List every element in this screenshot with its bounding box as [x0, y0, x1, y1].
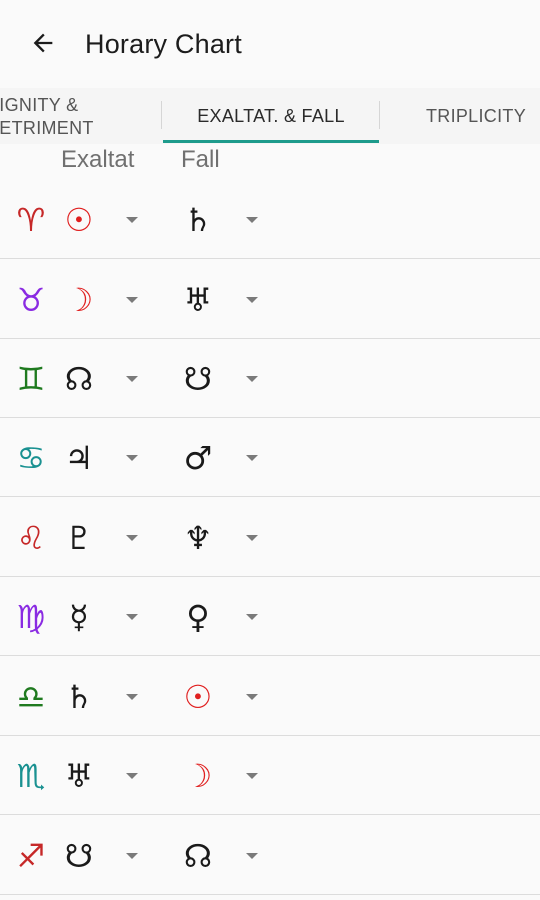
fall-dropdown[interactable] [240, 499, 264, 577]
tab-bar: DIGNITY & DETRIMENT EXALTAT. & FALL TRIP… [0, 88, 540, 144]
exaltation-dropdown[interactable] [120, 340, 144, 418]
exaltation-dropdown[interactable] [120, 499, 144, 577]
exaltation-saturn-icon: ♄ [64, 678, 94, 716]
fall-dropdown[interactable] [240, 737, 264, 815]
row-divider [0, 735, 540, 736]
exaltation-pluto-icon: ♇ [64, 519, 94, 557]
aries-sign-icon: ♈ [16, 201, 46, 239]
table-row: ♊ ☊ ☋ [0, 340, 540, 418]
exaltation-dropdown[interactable] [120, 181, 144, 259]
exaltation-sun-icon: ☉ [64, 201, 94, 239]
row-divider [0, 496, 540, 497]
caret-down-icon [126, 773, 138, 779]
page-title: Horary Chart [85, 29, 242, 59]
caret-down-icon [126, 694, 138, 700]
app-bar: Horary Chart [0, 0, 540, 88]
tab-divider [379, 101, 380, 129]
fall-mars-icon: ♂ [183, 439, 213, 477]
fall-dropdown[interactable] [240, 340, 264, 418]
table-row: ♈ ☉ ♄ [0, 181, 540, 259]
fall-dropdown[interactable] [240, 419, 264, 497]
column-header-exaltation: Exaltat [61, 146, 135, 173]
tab-triplicity[interactable]: TRIPLICITY [381, 88, 540, 144]
fall-dropdown[interactable] [240, 658, 264, 736]
tab-dignity-detriment[interactable]: DIGNITY & DETRIMENT [0, 88, 136, 144]
table-row: ♐ ☋ ☊ [0, 817, 540, 895]
table-row: ♎ ♄ ☉ [0, 658, 540, 736]
cancer-sign-icon: ♋ [16, 439, 46, 477]
fall-dropdown[interactable] [240, 817, 264, 895]
caret-down-icon [126, 614, 138, 620]
table-row: ♋ ♃ ♂ [0, 419, 540, 497]
table-row: ♉ ☽ ♅ [0, 261, 540, 339]
fall-sun-icon: ☉ [183, 678, 213, 716]
caret-down-icon [246, 376, 258, 382]
fall-venus-icon: ♀ [186, 598, 210, 636]
virgo-sign-icon: ♍ [16, 598, 46, 636]
row-divider [0, 814, 540, 815]
gemini-sign-icon: ♊ [16, 360, 46, 398]
exaltation-dropdown[interactable] [120, 737, 144, 815]
exaltation-dropdown[interactable] [120, 817, 144, 895]
exaltation-moon-icon: ☽ [64, 281, 94, 319]
exaltation-dropdown[interactable] [120, 419, 144, 497]
caret-down-icon [246, 853, 258, 859]
row-divider [0, 417, 540, 418]
caret-down-icon [246, 297, 258, 303]
table-row: ♏ ♅ ☽ [0, 737, 540, 815]
exaltation-jupiter-icon: ♃ [64, 439, 94, 477]
libra-sign-icon: ♎ [16, 678, 46, 716]
caret-down-icon [246, 217, 258, 223]
fall-dropdown[interactable] [240, 181, 264, 259]
caret-down-icon [126, 853, 138, 859]
exaltation-dropdown[interactable] [120, 261, 144, 339]
table-row: ♍ ☿ ♀ [0, 578, 540, 656]
fall-dropdown[interactable] [240, 261, 264, 339]
column-header-fall: Fall [181, 146, 220, 173]
caret-down-icon [126, 376, 138, 382]
fall-south-node-icon: ☋ [183, 360, 213, 398]
exaltation-north-node-icon: ☊ [64, 360, 94, 398]
tab-label: EXALTAT. & FALL [197, 105, 345, 126]
caret-down-icon [246, 535, 258, 541]
row-divider [0, 655, 540, 656]
leo-sign-icon: ♌ [16, 519, 46, 557]
exaltation-uranus-icon: ♅ [64, 757, 94, 795]
taurus-sign-icon: ♉ [16, 281, 46, 319]
tab-label-line2: DETRIMENT [0, 118, 94, 138]
caret-down-icon [246, 773, 258, 779]
fall-uranus-icon: ♅ [183, 281, 213, 319]
exaltation-south-node-icon: ☋ [64, 837, 94, 875]
tab-label: TRIPLICITY [425, 105, 526, 126]
row-divider [0, 894, 540, 895]
fall-dropdown[interactable] [240, 578, 264, 656]
back-button[interactable] [26, 26, 60, 60]
caret-down-icon [246, 694, 258, 700]
fall-moon-icon: ☽ [183, 757, 213, 795]
scorpio-sign-icon: ♏ [16, 757, 46, 795]
caret-down-icon [246, 455, 258, 461]
caret-down-icon [126, 217, 138, 223]
row-divider [0, 576, 540, 577]
fall-north-node-icon: ☊ [183, 837, 213, 875]
table-row: ♌ ♇ ♆ [0, 499, 540, 577]
caret-down-icon [126, 455, 138, 461]
fall-neptune-icon: ♆ [183, 519, 213, 557]
tab-selected-indicator [163, 140, 379, 143]
caret-down-icon [126, 297, 138, 303]
fall-saturn-icon: ♄ [183, 201, 213, 239]
tab-exaltation-fall[interactable]: EXALTAT. & FALL [163, 88, 379, 144]
caret-down-icon [246, 614, 258, 620]
exaltation-dropdown[interactable] [120, 578, 144, 656]
caret-down-icon [126, 535, 138, 541]
row-divider [0, 258, 540, 259]
exaltation-dropdown[interactable] [120, 658, 144, 736]
arrow-left-icon [33, 33, 53, 53]
row-divider [0, 338, 540, 339]
tab-label-line1: DIGNITY & [0, 95, 79, 115]
tab-divider [161, 101, 162, 129]
exaltation-mercury-icon: ☿ [69, 598, 89, 636]
sagittarius-sign-icon: ♐ [16, 837, 46, 875]
